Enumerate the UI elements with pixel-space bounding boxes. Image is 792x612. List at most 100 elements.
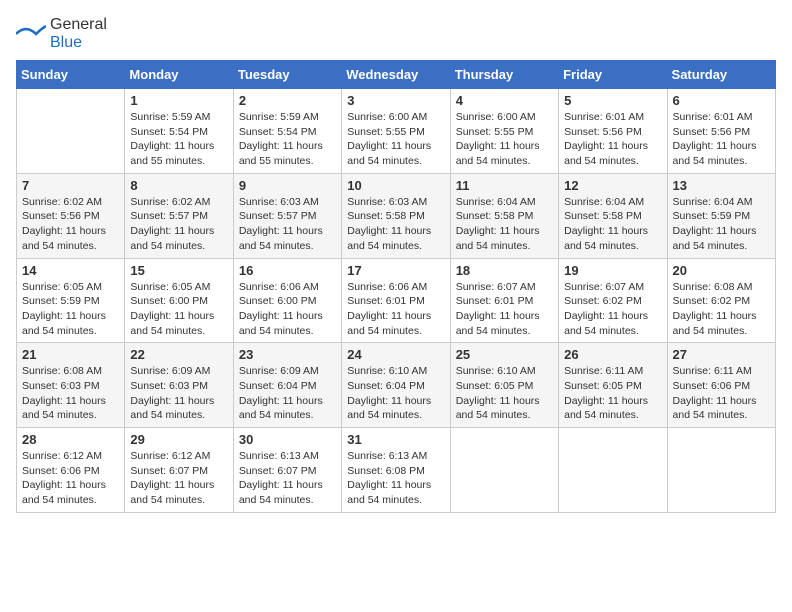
calendar-cell: 18 Sunrise: 6:07 AM Sunset: 6:01 PM Dayli… xyxy=(450,258,558,343)
calendar-cell: 14 Sunrise: 6:05 AM Sunset: 5:59 PM Dayli… xyxy=(17,258,125,343)
day-number: 1 xyxy=(130,93,227,108)
day-number: 13 xyxy=(673,178,770,193)
calendar-week-row: 7Sunrise: 6:02 AM Sunset: 5:56 PM Daylig… xyxy=(17,173,776,258)
calendar-cell: 5 Sunrise: 6:01 AM Sunset: 5:56 PM Daylig… xyxy=(559,89,667,174)
calendar-cell xyxy=(450,428,558,513)
day-number: 30 xyxy=(239,432,336,447)
day-info: Sunrise: 6:07 AM Sunset: 6:01 PM Dayligh… xyxy=(456,280,553,339)
day-number: 31 xyxy=(347,432,444,447)
day-number: 11 xyxy=(456,178,553,193)
day-info: Sunrise: 6:01 AM Sunset: 5:56 PM Dayligh… xyxy=(673,110,770,169)
day-info: Sunrise: 6:10 AM Sunset: 6:04 PM Dayligh… xyxy=(347,364,444,423)
calendar-week-row: 28 Sunrise: 6:12 AM Sunset: 6:06 PM Dayli… xyxy=(17,428,776,513)
day-number: 16 xyxy=(239,263,336,278)
day-info: Sunrise: 6:01 AM Sunset: 5:56 PM Dayligh… xyxy=(564,110,661,169)
calendar-cell: 21Sunrise: 6:08 AM Sunset: 6:03 PM Dayli… xyxy=(17,343,125,428)
day-number: 14 xyxy=(22,263,119,278)
calendar-cell: 7Sunrise: 6:02 AM Sunset: 5:56 PM Daylig… xyxy=(17,173,125,258)
logo: GeneralBlue xyxy=(16,16,107,52)
day-info: Sunrise: 6:05 AM Sunset: 5:59 PM Dayligh… xyxy=(22,280,119,339)
calendar-cell: 2 Sunrise: 5:59 AM Sunset: 5:54 PM Daylig… xyxy=(233,89,341,174)
calendar-week-row: 1 Sunrise: 5:59 AM Sunset: 5:54 PM Daylig… xyxy=(17,89,776,174)
day-info: Sunrise: 6:12 AM Sunset: 6:06 PM Dayligh… xyxy=(22,449,119,508)
calendar-cell: 16 Sunrise: 6:06 AM Sunset: 6:00 PM Dayli… xyxy=(233,258,341,343)
calendar-cell: 26 Sunrise: 6:11 AM Sunset: 6:05 PM Dayli… xyxy=(559,343,667,428)
day-info: Sunrise: 6:13 AM Sunset: 6:07 PM Dayligh… xyxy=(239,449,336,508)
day-number: 2 xyxy=(239,93,336,108)
day-number: 9 xyxy=(239,178,336,193)
weekday-header-row: SundayMondayTuesdayWednesdayThursdayFrid… xyxy=(17,61,776,89)
day-info: Sunrise: 6:09 AM Sunset: 6:03 PM Dayligh… xyxy=(130,364,227,423)
day-number: 27 xyxy=(673,347,770,362)
day-info: Sunrise: 6:10 AM Sunset: 6:05 PM Dayligh… xyxy=(456,364,553,423)
calendar-cell: 10 Sunrise: 6:03 AM Sunset: 5:58 PM Dayli… xyxy=(342,173,450,258)
calendar-cell: 29Sunrise: 6:12 AM Sunset: 6:07 PM Dayli… xyxy=(125,428,233,513)
day-number: 21 xyxy=(22,347,119,362)
day-number: 22 xyxy=(130,347,227,362)
day-number: 10 xyxy=(347,178,444,193)
day-number: 23 xyxy=(239,347,336,362)
calendar-cell: 12Sunrise: 6:04 AM Sunset: 5:58 PM Dayli… xyxy=(559,173,667,258)
calendar-cell: 17 Sunrise: 6:06 AM Sunset: 6:01 PM Dayli… xyxy=(342,258,450,343)
calendar-cell xyxy=(17,89,125,174)
calendar-cell: 28 Sunrise: 6:12 AM Sunset: 6:06 PM Dayli… xyxy=(17,428,125,513)
day-number: 24 xyxy=(347,347,444,362)
calendar-week-row: 21Sunrise: 6:08 AM Sunset: 6:03 PM Dayli… xyxy=(17,343,776,428)
day-info: Sunrise: 6:06 AM Sunset: 6:01 PM Dayligh… xyxy=(347,280,444,339)
day-number: 17 xyxy=(347,263,444,278)
day-info: Sunrise: 6:03 AM Sunset: 5:57 PM Dayligh… xyxy=(239,195,336,254)
day-number: 19 xyxy=(564,263,661,278)
calendar-cell: 22 Sunrise: 6:09 AM Sunset: 6:03 PM Dayli… xyxy=(125,343,233,428)
day-number: 28 xyxy=(22,432,119,447)
calendar-table: SundayMondayTuesdayWednesdayThursdayFrid… xyxy=(16,60,776,513)
calendar-cell xyxy=(559,428,667,513)
calendar-cell: 13Sunrise: 6:04 AM Sunset: 5:59 PM Dayli… xyxy=(667,173,775,258)
weekday-header-sunday: Sunday xyxy=(17,61,125,89)
calendar-cell: 1 Sunrise: 5:59 AM Sunset: 5:54 PM Daylig… xyxy=(125,89,233,174)
day-number: 18 xyxy=(456,263,553,278)
calendar-cell: 20 Sunrise: 6:08 AM Sunset: 6:02 PM Dayli… xyxy=(667,258,775,343)
calendar-cell: 31 Sunrise: 6:13 AM Sunset: 6:08 PM Dayli… xyxy=(342,428,450,513)
day-number: 12 xyxy=(564,178,661,193)
day-info: Sunrise: 6:02 AM Sunset: 5:56 PM Dayligh… xyxy=(22,195,119,254)
day-number: 26 xyxy=(564,347,661,362)
calendar-cell: 25 Sunrise: 6:10 AM Sunset: 6:05 PM Dayli… xyxy=(450,343,558,428)
calendar-cell: 4 Sunrise: 6:00 AM Sunset: 5:55 PM Daylig… xyxy=(450,89,558,174)
day-info: Sunrise: 6:00 AM Sunset: 5:55 PM Dayligh… xyxy=(347,110,444,169)
day-info: Sunrise: 5:59 AM Sunset: 5:54 PM Dayligh… xyxy=(239,110,336,169)
day-info: Sunrise: 6:06 AM Sunset: 6:00 PM Dayligh… xyxy=(239,280,336,339)
calendar-cell: 15 Sunrise: 6:05 AM Sunset: 6:00 PM Dayli… xyxy=(125,258,233,343)
day-info: Sunrise: 6:00 AM Sunset: 5:55 PM Dayligh… xyxy=(456,110,553,169)
weekday-header-friday: Friday xyxy=(559,61,667,89)
weekday-header-tuesday: Tuesday xyxy=(233,61,341,89)
calendar-cell: 3 Sunrise: 6:00 AM Sunset: 5:55 PM Daylig… xyxy=(342,89,450,174)
weekday-header-saturday: Saturday xyxy=(667,61,775,89)
weekday-header-monday: Monday xyxy=(125,61,233,89)
day-number: 5 xyxy=(564,93,661,108)
day-number: 8 xyxy=(130,178,227,193)
day-info: Sunrise: 6:05 AM Sunset: 6:00 PM Dayligh… xyxy=(130,280,227,339)
day-info: Sunrise: 6:02 AM Sunset: 5:57 PM Dayligh… xyxy=(130,195,227,254)
day-number: 25 xyxy=(456,347,553,362)
day-info: Sunrise: 6:09 AM Sunset: 6:04 PM Dayligh… xyxy=(239,364,336,423)
calendar-cell: 11 Sunrise: 6:04 AM Sunset: 5:58 PM Dayli… xyxy=(450,173,558,258)
day-info: Sunrise: 6:08 AM Sunset: 6:02 PM Dayligh… xyxy=(673,280,770,339)
calendar-cell: 24 Sunrise: 6:10 AM Sunset: 6:04 PM Dayli… xyxy=(342,343,450,428)
weekday-header-wednesday: Wednesday xyxy=(342,61,450,89)
day-info: Sunrise: 6:03 AM Sunset: 5:58 PM Dayligh… xyxy=(347,195,444,254)
day-number: 3 xyxy=(347,93,444,108)
day-info: Sunrise: 6:07 AM Sunset: 6:02 PM Dayligh… xyxy=(564,280,661,339)
calendar-cell: 19 Sunrise: 6:07 AM Sunset: 6:02 PM Dayli… xyxy=(559,258,667,343)
day-info: Sunrise: 6:04 AM Sunset: 5:58 PM Dayligh… xyxy=(456,195,553,254)
calendar-cell: 30 Sunrise: 6:13 AM Sunset: 6:07 PM Dayli… xyxy=(233,428,341,513)
day-info: Sunrise: 5:59 AM Sunset: 5:54 PM Dayligh… xyxy=(130,110,227,169)
day-info: Sunrise: 6:11 AM Sunset: 6:05 PM Dayligh… xyxy=(564,364,661,423)
logo-text-wrap: GeneralBlue xyxy=(50,16,107,52)
day-number: 15 xyxy=(130,263,227,278)
calendar-cell: 6 Sunrise: 6:01 AM Sunset: 5:56 PM Daylig… xyxy=(667,89,775,174)
day-number: 4 xyxy=(456,93,553,108)
day-number: 20 xyxy=(673,263,770,278)
day-number: 6 xyxy=(673,93,770,108)
weekday-header-thursday: Thursday xyxy=(450,61,558,89)
day-info: Sunrise: 6:13 AM Sunset: 6:08 PM Dayligh… xyxy=(347,449,444,508)
